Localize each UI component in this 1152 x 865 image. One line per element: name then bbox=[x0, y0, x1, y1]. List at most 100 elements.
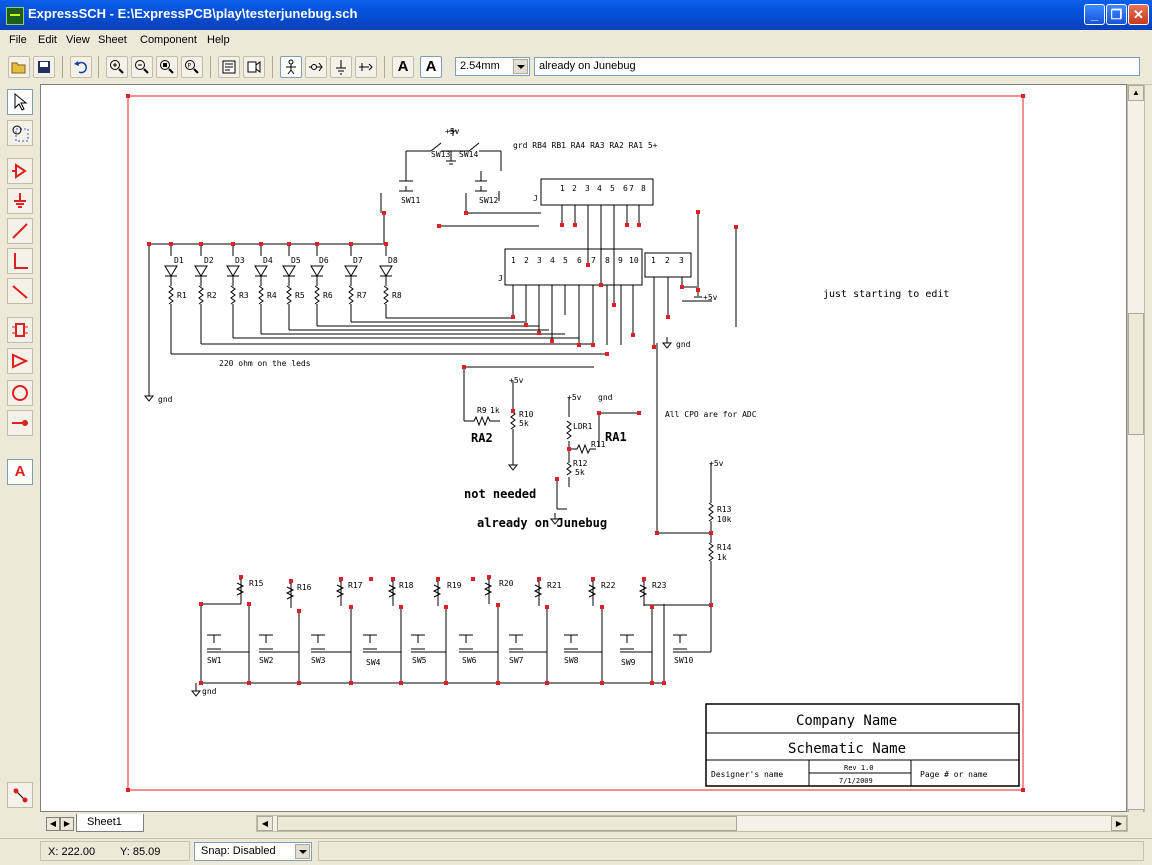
open-button[interactable] bbox=[8, 56, 30, 78]
component-triangle-icon bbox=[12, 163, 27, 179]
svg-text:2: 2 bbox=[665, 256, 670, 265]
zoom-window-tool[interactable] bbox=[7, 120, 33, 146]
zoom-out-button[interactable] bbox=[131, 56, 153, 78]
menu-component[interactable]: Component bbox=[140, 34, 197, 46]
svg-text:SW1: SW1 bbox=[207, 656, 222, 665]
place-ground-tool[interactable] bbox=[7, 188, 33, 214]
svg-text:R7: R7 bbox=[357, 291, 367, 300]
bottom-ladder: gnd R15 R16 R17 R18 R19 R20 R21 R22 R23 SW1 S… bbox=[190, 577, 712, 697]
schematic-canvas[interactable]: +5v SW13 SW14 SW11 SW12 grd RB4 RB1 RA4 … bbox=[40, 84, 1127, 812]
svg-text:10: 10 bbox=[629, 256, 639, 265]
svg-text:J: J bbox=[533, 194, 538, 203]
svg-text:9: 9 bbox=[618, 256, 623, 265]
show-netlabel-button[interactable] bbox=[355, 56, 377, 78]
ra1-circuit: +5v gnd LDR1 R11 R12 5k RA1 bbox=[549, 393, 639, 525]
circle-icon bbox=[12, 385, 28, 401]
text-tool[interactable]: A bbox=[7, 459, 33, 485]
close-button[interactable]: ✕ bbox=[1128, 4, 1149, 25]
svg-text:8: 8 bbox=[605, 256, 610, 265]
show-parts-button[interactable] bbox=[280, 56, 302, 78]
svg-text:R13: R13 bbox=[717, 505, 732, 514]
ground-symbol-icon bbox=[14, 193, 26, 208]
connection-toggle-tool[interactable] bbox=[7, 782, 33, 808]
tab-prev-icon[interactable]: ◀ bbox=[46, 817, 60, 831]
minimize-button[interactable]: _ bbox=[1084, 4, 1105, 25]
header-8pin: grd RB4 RB1 RA4 RA3 RA2 RA1 5+ J 12 34 5… bbox=[513, 141, 658, 305]
menu-sheet[interactable]: Sheet bbox=[98, 34, 127, 46]
text-size-large-button[interactable]: A bbox=[420, 56, 442, 78]
svg-text:D6: D6 bbox=[319, 256, 329, 265]
restore-icon: ❐ bbox=[1110, 7, 1123, 22]
horizontal-scroll-thumb[interactable] bbox=[277, 816, 737, 831]
svg-text:SW13: SW13 bbox=[431, 150, 450, 159]
place-component-tool[interactable] bbox=[7, 158, 33, 184]
svg-text:D2: D2 bbox=[204, 256, 214, 265]
save-button[interactable] bbox=[33, 56, 55, 78]
maximize-button[interactable]: ❐ bbox=[1106, 4, 1127, 25]
undo-button[interactable] bbox=[70, 56, 92, 78]
snap-select[interactable]: Snap: Disabled bbox=[194, 842, 312, 861]
grid-size-select[interactable]: 2.54mm bbox=[455, 57, 530, 76]
scroll-right-icon[interactable]: ▶ bbox=[1111, 816, 1127, 831]
svg-text:SW7: SW7 bbox=[509, 656, 524, 665]
draw-line-tool[interactable] bbox=[7, 248, 33, 274]
draw-wire-tool[interactable] bbox=[7, 218, 33, 244]
horizontal-scrollbar[interactable]: ◀ ▶ bbox=[256, 815, 1128, 832]
schematic-drawing[interactable]: +5v SW13 SW14 SW11 SW12 grd RB4 RB1 RA4 … bbox=[41, 85, 1127, 812]
place-buffer-tool[interactable] bbox=[7, 348, 33, 374]
vertical-scrollbar[interactable]: ▲ ▼ bbox=[1127, 84, 1145, 826]
svg-text:6: 6 bbox=[577, 256, 582, 265]
title-bar: ExpressSCH - E:\ExpressPCB\play\testerju… bbox=[0, 0, 1152, 30]
header-10pin: J 12 34 56 78 9 10 12 3 bbox=[498, 212, 737, 347]
chevron-down-icon[interactable] bbox=[513, 59, 528, 74]
tab-sheet1[interactable]: Sheet1 bbox=[76, 814, 144, 832]
led-note: 220 ohm on the leds bbox=[219, 359, 311, 368]
place-pin-tool[interactable] bbox=[7, 410, 33, 436]
zoom-in-button[interactable] bbox=[106, 56, 128, 78]
menu-file[interactable]: File bbox=[9, 34, 27, 46]
svg-text:R12: R12 bbox=[573, 459, 588, 468]
svg-text:SW8: SW8 bbox=[564, 656, 579, 665]
draw-circle-tool[interactable] bbox=[7, 380, 33, 406]
connection-dots bbox=[147, 210, 738, 685]
svg-text:2: 2 bbox=[524, 256, 529, 265]
text-entry-field[interactable]: already on Junebug bbox=[534, 57, 1140, 76]
svg-text:3: 3 bbox=[585, 184, 590, 193]
corner-line-icon bbox=[14, 253, 28, 269]
connection-dot-icon bbox=[13, 788, 28, 803]
menu-help[interactable]: Help bbox=[207, 34, 230, 46]
chevron-down-icon[interactable] bbox=[295, 844, 310, 859]
menu-view[interactable]: View bbox=[66, 34, 90, 46]
select-tool[interactable] bbox=[7, 89, 33, 115]
draw-diagonal-tool[interactable] bbox=[7, 278, 33, 304]
svg-text:SW14: SW14 bbox=[459, 150, 478, 159]
scroll-left-icon[interactable]: ◀ bbox=[257, 816, 273, 831]
revision: Rev 1.0 bbox=[844, 764, 874, 772]
menu-edit[interactable]: Edit bbox=[38, 34, 57, 46]
component-editor-button[interactable] bbox=[243, 56, 265, 78]
svg-text:R3: R3 bbox=[239, 291, 249, 300]
show-pins-button[interactable] bbox=[305, 56, 327, 78]
scroll-up-icon[interactable]: ▲ bbox=[1128, 85, 1144, 101]
zoom-fit-button[interactable] bbox=[156, 56, 178, 78]
text-entry-value: already on Junebug bbox=[539, 60, 636, 72]
svg-text:R6: R6 bbox=[323, 291, 333, 300]
company-name: Company Name bbox=[796, 713, 897, 729]
text-size-small-button[interactable]: A bbox=[392, 56, 414, 78]
svg-text:SW9: SW9 bbox=[621, 658, 636, 667]
svg-text:1: 1 bbox=[511, 256, 516, 265]
vertical-scroll-thumb[interactable] bbox=[1128, 313, 1144, 435]
zoom-page-button[interactable]: P bbox=[181, 56, 203, 78]
svg-text:2: 2 bbox=[572, 184, 577, 193]
show-ground-button[interactable] bbox=[330, 56, 352, 78]
properties-button[interactable] bbox=[218, 56, 240, 78]
place-ic-tool[interactable] bbox=[7, 317, 33, 343]
left-tool-palette: A bbox=[0, 84, 40, 812]
svg-text:R14: R14 bbox=[717, 543, 732, 552]
tab-next-icon[interactable]: ▶ bbox=[60, 817, 74, 831]
status-panel-empty bbox=[318, 841, 1144, 861]
svg-text:1k: 1k bbox=[717, 553, 727, 562]
zoom-window-icon bbox=[12, 125, 29, 142]
svg-text:1: 1 bbox=[560, 184, 565, 193]
date: 7/1/2009 bbox=[839, 777, 873, 785]
